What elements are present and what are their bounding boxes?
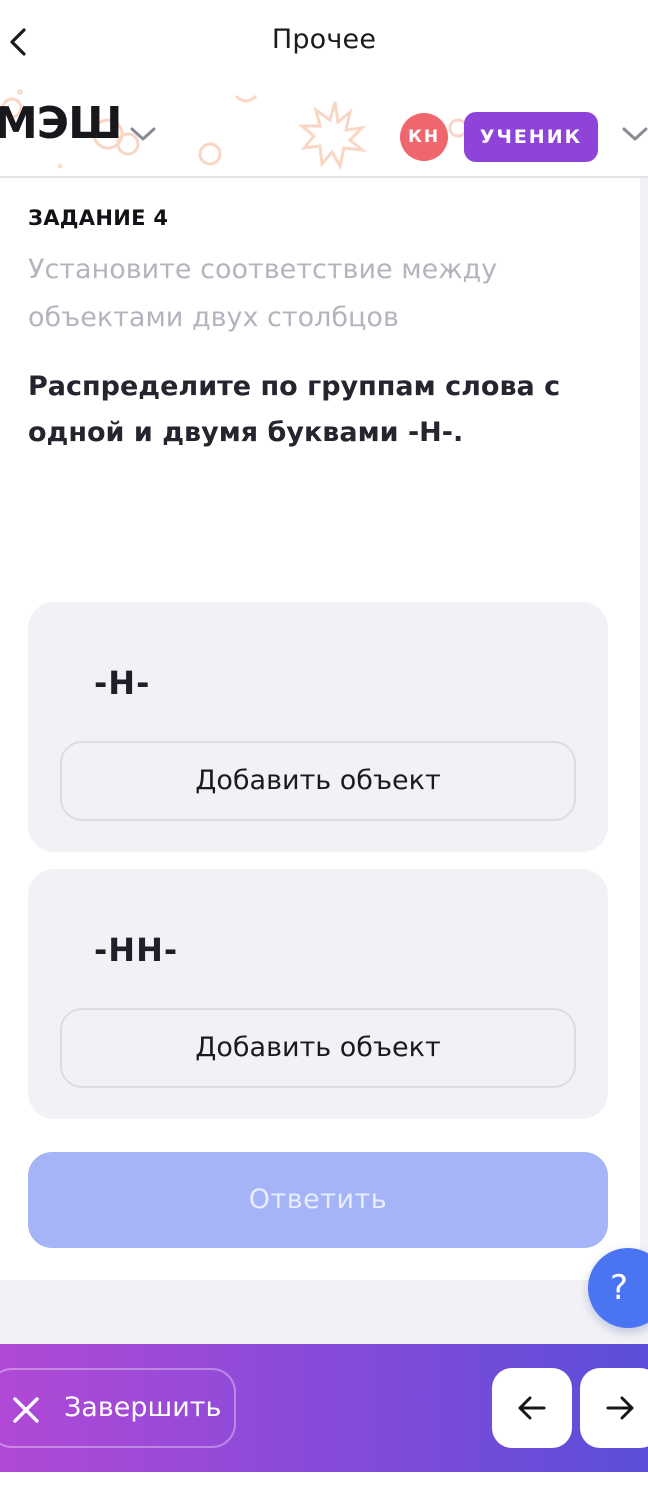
task-type-description: Установите соответствие между объектами … bbox=[28, 254, 498, 333]
arrow-left-icon bbox=[518, 1396, 546, 1420]
finish-button[interactable]: Завершить bbox=[0, 1368, 236, 1448]
task-number: ЗАДАНИЕ 4 bbox=[28, 206, 169, 230]
answer-button[interactable]: Ответить bbox=[28, 1152, 608, 1248]
previous-task-button[interactable] bbox=[492, 1368, 572, 1448]
match-group: -НН- Добавить объект bbox=[28, 869, 608, 1119]
add-object-button[interactable]: Добавить объект bbox=[60, 1008, 576, 1088]
role-badge[interactable]: УЧЕНИК bbox=[464, 112, 598, 162]
finish-label: Завершить bbox=[64, 1392, 222, 1423]
bottom-action-bar: Завершить bbox=[0, 1344, 648, 1472]
page-title: Прочее bbox=[271, 24, 377, 55]
mesh-logo[interactable]: МЭШ bbox=[0, 98, 122, 149]
arrow-right-icon bbox=[606, 1396, 634, 1420]
group-title: -НН- bbox=[94, 931, 179, 969]
next-task-button[interactable] bbox=[580, 1368, 648, 1448]
bottom-safe-area bbox=[0, 1472, 648, 1485]
user-avatar[interactable]: КН bbox=[400, 113, 448, 161]
task-card: ЗАДАНИЕ 4 Установите соответствие между … bbox=[0, 178, 640, 1280]
group-title: -Н- bbox=[94, 664, 151, 702]
task-question: Распределите по группам слова с одной и … bbox=[28, 371, 561, 448]
chevron-down-icon[interactable] bbox=[128, 124, 158, 144]
match-group: -Н- Добавить объект bbox=[28, 602, 608, 852]
add-object-button[interactable]: Добавить объект bbox=[60, 741, 576, 821]
top-nav-bar: Прочее bbox=[0, 0, 648, 84]
chevron-down-icon[interactable] bbox=[620, 124, 648, 144]
close-icon bbox=[13, 1397, 39, 1423]
brand-header: МЭШ КН УЧЕНИК bbox=[0, 84, 648, 178]
